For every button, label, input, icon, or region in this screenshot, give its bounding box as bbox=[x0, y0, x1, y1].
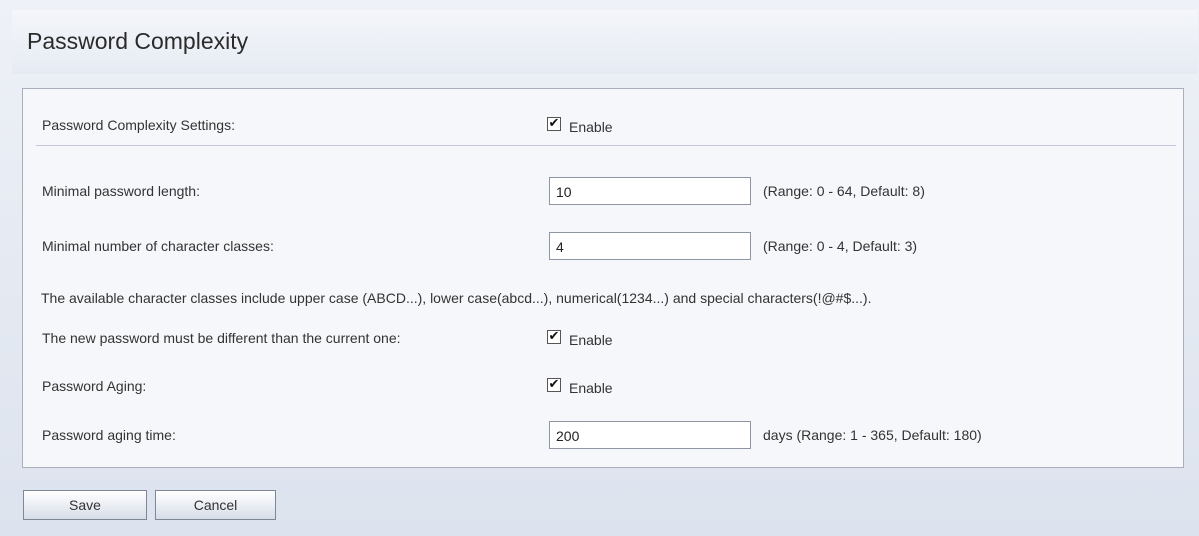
password-aging-label: Password Aging: bbox=[42, 378, 147, 394]
classes-note-row: The available character classes include … bbox=[23, 283, 1183, 313]
password-aging-enable-label[interactable]: Enable bbox=[569, 380, 613, 396]
different-password-label: The new password must be different than … bbox=[42, 330, 401, 346]
cancel-button[interactable]: Cancel bbox=[155, 490, 276, 520]
aging-time-hint: days (Range: 1 - 365, Default: 180) bbox=[763, 427, 982, 443]
different-password-row: The new password must be different than … bbox=[23, 323, 1183, 353]
complexity-settings-label: Password Complexity Settings: bbox=[42, 117, 235, 133]
complexity-enable-control[interactable]: ✔ Enable bbox=[547, 115, 613, 135]
aging-time-row: Password aging time: days (Range: 1 - 36… bbox=[23, 420, 1183, 450]
page-header: Password Complexity bbox=[12, 10, 1198, 74]
save-button[interactable]: Save bbox=[23, 490, 147, 520]
character-classes-note: The available character classes include … bbox=[41, 290, 872, 306]
min-length-hint: (Range: 0 - 64, Default: 8) bbox=[763, 183, 925, 199]
min-classes-input[interactable] bbox=[549, 232, 751, 260]
min-length-input[interactable] bbox=[549, 177, 751, 205]
complexity-enable-label[interactable]: Enable bbox=[569, 119, 613, 135]
password-complexity-panel: Password Complexity Settings: ✔ Enable M… bbox=[22, 88, 1184, 468]
min-classes-label: Minimal number of character classes: bbox=[42, 238, 274, 254]
min-length-row: Minimal password length: (Range: 0 - 64,… bbox=[23, 176, 1183, 206]
different-password-enable-checkbox[interactable]: ✔ bbox=[547, 330, 561, 344]
complexity-enable-checkbox[interactable]: ✔ bbox=[547, 117, 561, 131]
complexity-settings-row: Password Complexity Settings: ✔ Enable bbox=[23, 110, 1183, 140]
aging-time-input[interactable] bbox=[549, 421, 751, 449]
password-aging-enable-control[interactable]: ✔ Enable bbox=[547, 376, 613, 396]
min-length-label: Minimal password length: bbox=[42, 183, 200, 199]
password-aging-enable-checkbox[interactable]: ✔ bbox=[547, 378, 561, 392]
different-password-enable-control[interactable]: ✔ Enable bbox=[547, 328, 613, 348]
password-aging-row: Password Aging: ✔ Enable bbox=[23, 371, 1183, 401]
section-divider bbox=[36, 145, 1176, 146]
page-title: Password Complexity bbox=[27, 28, 249, 54]
min-classes-hint: (Range: 0 - 4, Default: 3) bbox=[763, 238, 918, 254]
min-classes-row: Minimal number of character classes: (Ra… bbox=[23, 231, 1183, 261]
aging-time-label: Password aging time: bbox=[42, 427, 176, 443]
different-password-enable-label[interactable]: Enable bbox=[569, 332, 613, 348]
